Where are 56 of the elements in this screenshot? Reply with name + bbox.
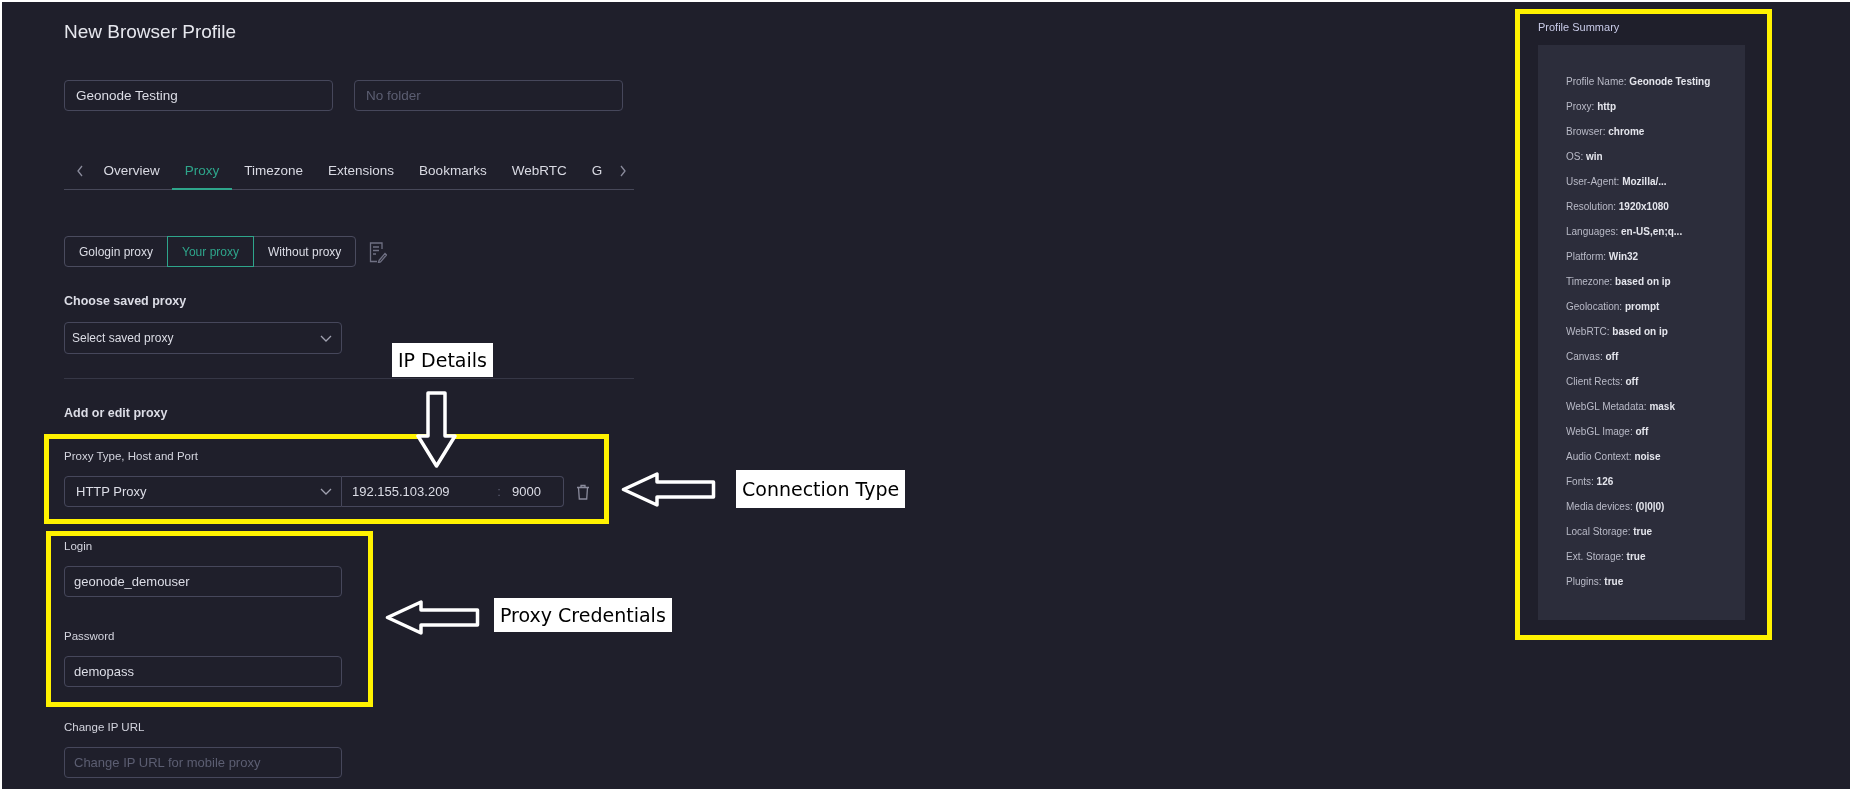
summary-item: Resolution: 1920x1080 xyxy=(1566,200,1670,214)
tab[interactable]: Proxy xyxy=(172,153,232,190)
chevron-down-icon[interactable] xyxy=(320,333,332,343)
summary-item: WebRTC: based on ip xyxy=(1566,325,1669,339)
summary-item: Proxy: http xyxy=(1566,100,1617,114)
callout-label: Proxy Credentials xyxy=(494,598,672,632)
summary-item: WebGL Image: off xyxy=(1566,425,1650,439)
field-label: Password xyxy=(64,629,115,644)
section-heading: Add or edit proxy xyxy=(64,405,168,421)
field-label: Proxy Type, Host and Port xyxy=(64,449,199,464)
chevron-down-icon[interactable] xyxy=(320,487,332,496)
summary-item: OS: win xyxy=(1566,150,1604,164)
summary-item: Canvas: off xyxy=(1566,350,1620,364)
summary-item: Fonts: 126 xyxy=(1566,475,1615,489)
login-field[interactable]: geonode_demouser xyxy=(64,566,342,597)
profile-name-field[interactable]: Geonode Testing xyxy=(64,80,333,111)
proxy-mode-button[interactable]: Your proxy xyxy=(167,236,254,267)
tab[interactable]: G xyxy=(579,153,615,190)
summary-item: Ext. Storage: true xyxy=(1566,550,1647,564)
summary-item: Timezone: based on ip xyxy=(1566,275,1672,289)
summary-item: Profile Name: Geonode Testing xyxy=(1566,75,1712,89)
summary-item: WebGL Metadata: mask xyxy=(1566,400,1676,414)
summary-item: Local Storage: true xyxy=(1566,525,1654,539)
folder-field[interactable]: No folder xyxy=(354,80,623,111)
callout-label: Connection Type xyxy=(736,470,906,508)
summary-item: User-Agent: Mozilla/... xyxy=(1566,175,1668,189)
chevron-right-icon[interactable] xyxy=(618,165,627,177)
tab[interactable]: WebRTC xyxy=(499,153,580,190)
field-label: Change IP URL xyxy=(64,720,145,735)
tab[interactable]: Timezone xyxy=(231,153,316,190)
saved-proxy-select[interactable]: Select saved proxy xyxy=(64,322,342,354)
summary-item: Audio Context: noise xyxy=(1566,450,1662,464)
summary-item: Media devices: (0|0|0) xyxy=(1566,500,1666,514)
field-label: Login xyxy=(64,539,93,554)
tab[interactable]: Overview xyxy=(91,153,173,190)
change-ip-url-field[interactable]: Change IP URL for mobile proxy xyxy=(64,747,342,778)
summary-item: Client Rects: off xyxy=(1566,375,1640,389)
proxy-mode-button[interactable]: Without proxy xyxy=(253,236,357,267)
document-edit-icon[interactable] xyxy=(369,240,388,263)
chevron-left-icon[interactable] xyxy=(76,165,84,177)
summary-item: Languages: en-US,en;q... xyxy=(1566,225,1684,239)
tab[interactable]: Extensions xyxy=(315,153,407,190)
trash-icon[interactable] xyxy=(576,483,590,500)
tab[interactable]: Bookmarks xyxy=(406,153,500,190)
proxy-type-select[interactable]: HTTP Proxy xyxy=(64,476,342,507)
summary-item: Platform: Win32 xyxy=(1566,250,1640,264)
host-port-field[interactable]: 192.155.103.209 : 9000 xyxy=(342,476,564,507)
panel-title: Profile Summary xyxy=(1538,20,1621,34)
proxy-mode-button[interactable]: Gologin proxy xyxy=(64,236,169,267)
callout-label: IP Details xyxy=(392,343,493,377)
summary-item: Geolocation: prompt xyxy=(1566,300,1661,314)
summary-item: Plugins: true xyxy=(1566,575,1625,589)
password-field[interactable]: demopass xyxy=(64,656,342,687)
summary-item: Browser: chrome xyxy=(1566,125,1646,139)
page-title: New Browser Profile xyxy=(64,20,237,44)
section-heading: Choose saved proxy xyxy=(64,293,187,309)
